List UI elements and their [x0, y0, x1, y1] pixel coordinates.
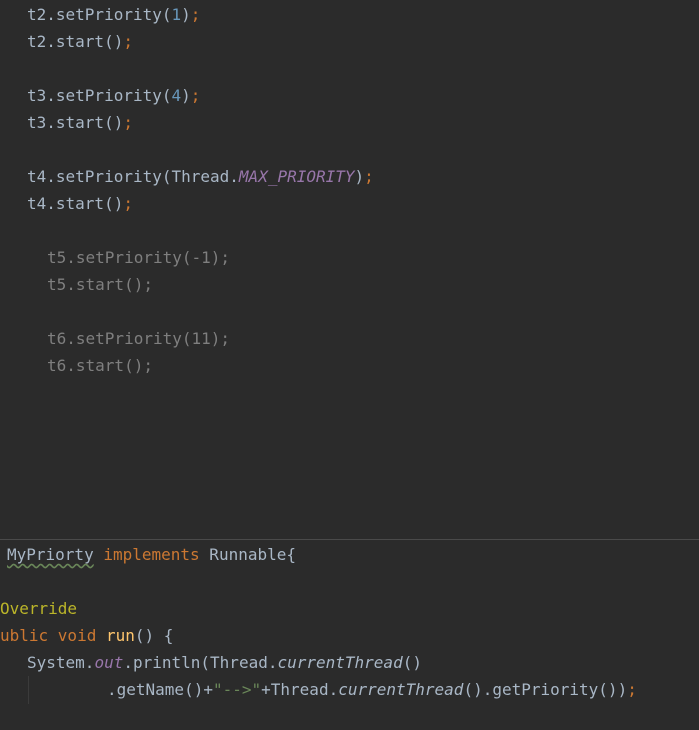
code-token: t4: [27, 167, 47, 186]
static-method-currentthread: currentThread: [338, 680, 464, 699]
code-token: t5.start();: [47, 275, 153, 294]
code-token: Runnable{: [199, 545, 296, 564]
semicolon: ;: [123, 113, 133, 132]
code-token: t6.setPriority(11);: [47, 329, 231, 348]
code-token: +Thread.: [261, 680, 339, 699]
code-line-t2-setpriority: t2.setPriority(1);: [27, 1, 200, 28]
semicolon: ;: [627, 680, 637, 699]
number-literal: 4: [171, 86, 182, 105]
code-token: t2: [27, 5, 47, 24]
code-token: .setPriority(Thread.: [46, 167, 239, 186]
pane-separator[interactable]: [0, 539, 699, 540]
code-line-println: System.out.println(Thread.currentThread(…: [27, 649, 422, 676]
code-line-t3-setpriority: t3.setPriority(4);: [27, 82, 200, 109]
code-token: t2: [27, 32, 47, 51]
code-line-t4-start: t4.start();: [27, 190, 133, 217]
code-token: t3: [27, 113, 47, 132]
constant-max-priority: MAX_PRIORITY: [238, 167, 355, 186]
code-token: ): [181, 86, 191, 105]
code-line-annotation: Override: [0, 595, 77, 622]
method-name-run: run: [105, 626, 135, 645]
semicolon: ;: [190, 86, 201, 105]
code-token: t3: [27, 86, 47, 105]
code-token: .println(Thread.: [123, 653, 278, 672]
code-token: (): [402, 653, 422, 672]
code-token: .start(): [46, 113, 124, 132]
static-field-out: out: [94, 653, 124, 672]
code-token: .setPriority(: [46, 5, 172, 24]
code-token: ().getPriority()): [463, 680, 628, 699]
code-line-t2-start: t2.start();: [27, 28, 133, 55]
code-line-method-declaration: ublic void run() {: [0, 622, 173, 649]
number-literal: 1: [171, 5, 182, 24]
code-token: ): [354, 167, 365, 186]
semicolon: ;: [364, 167, 374, 186]
code-line-getname: .getName()+"-->"+Thread.currentThread().…: [107, 676, 637, 703]
string-literal: "-->": [212, 680, 262, 699]
code-line-t5-setpriority: t5.setPriority(-1);: [47, 244, 230, 271]
code-editor[interactable]: t2.setPriority(1); t2.start(); t3.setPri…: [0, 0, 699, 730]
code-token: System.: [27, 653, 95, 672]
semicolon: ;: [123, 194, 133, 213]
indent-guide: [28, 676, 29, 704]
code-token: ): [181, 5, 191, 24]
semicolon: ;: [190, 5, 201, 24]
code-token: .start(): [46, 32, 124, 51]
code-line-t3-start: t3.start();: [27, 109, 133, 136]
semicolon: ;: [123, 32, 133, 51]
code-token: .setPriority(: [46, 86, 172, 105]
code-token: t4: [27, 194, 47, 213]
annotation-override: Override: [0, 599, 78, 618]
code-line-t4-setpriority: t4.setPriority(Thread.MAX_PRIORITY);: [27, 163, 374, 190]
class-name: MyPriorty: [7, 545, 94, 564]
code-line-class-declaration: MyPriorty implements Runnable{: [7, 541, 296, 568]
keyword-implements: implements: [103, 545, 200, 564]
keyword-public-void: ublic void: [0, 626, 106, 645]
code-token: t5.setPriority(-1);: [47, 248, 231, 267]
code-line-t5-start: t5.start();: [47, 271, 153, 298]
code-line-t6-start: t6.start();: [47, 352, 153, 379]
code-line-t6-setpriority: t6.setPriority(11);: [47, 325, 230, 352]
static-method-currentthread: currentThread: [277, 653, 403, 672]
code-token: .getName()+: [107, 680, 213, 699]
code-token: .start(): [46, 194, 124, 213]
code-token: () {: [134, 626, 174, 645]
code-token: t6.start();: [47, 356, 153, 375]
